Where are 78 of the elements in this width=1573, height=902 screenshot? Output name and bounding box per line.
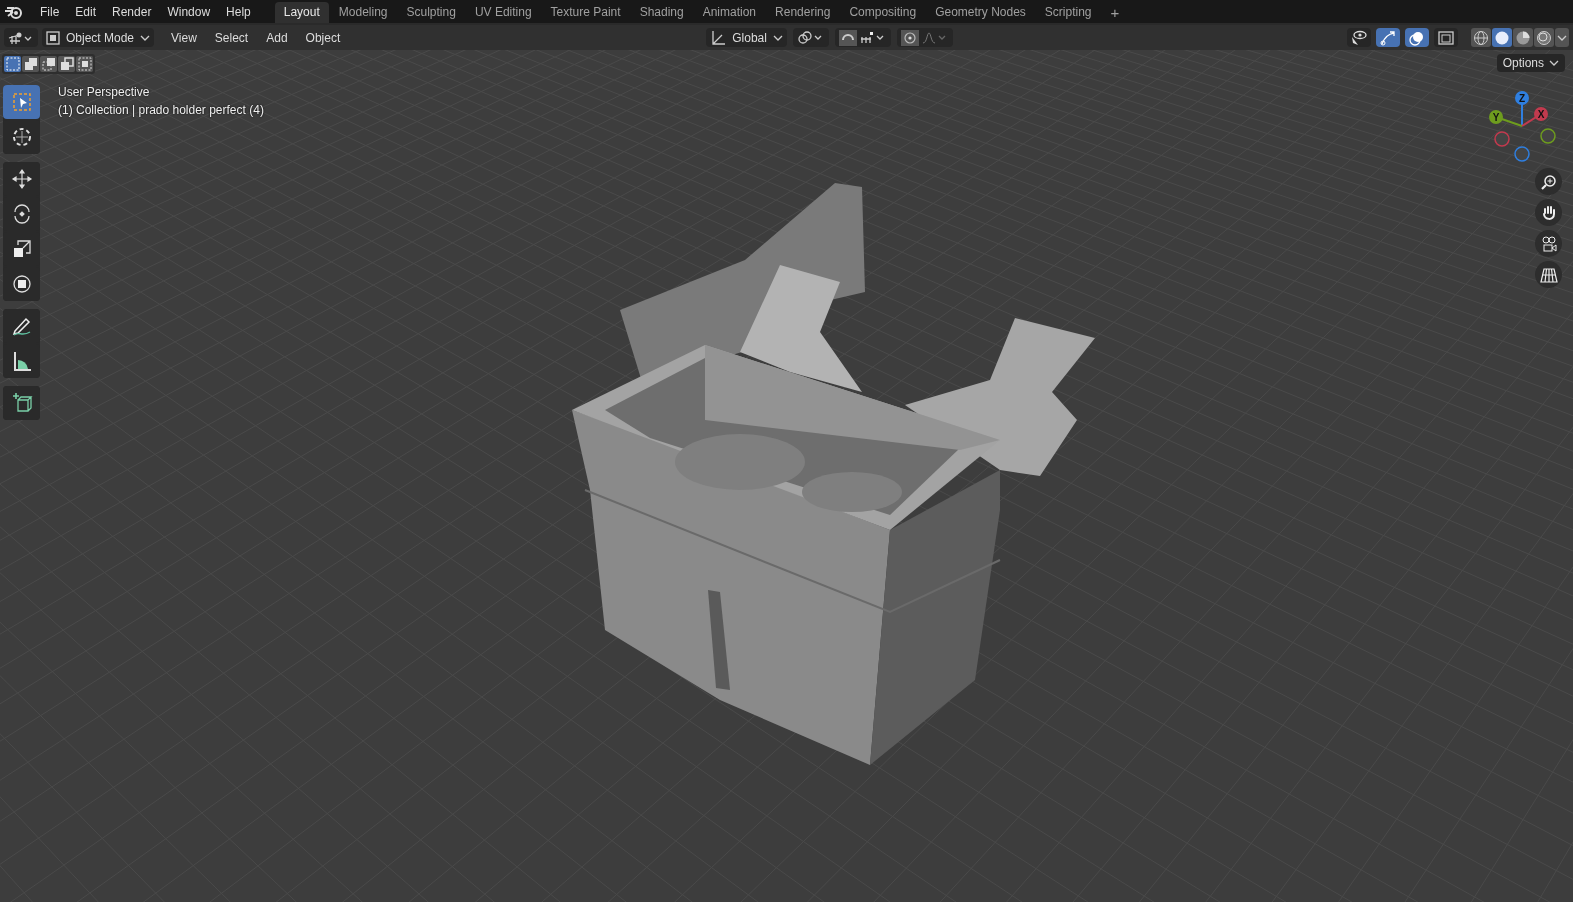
- negative-axis-handle[interactable]: [1540, 128, 1556, 144]
- workspace-tab[interactable]: Sculpting: [397, 2, 465, 23]
- xray-icon: [1437, 29, 1455, 46]
- workspace-tab[interactable]: Rendering: [766, 2, 840, 23]
- axes-icon: [710, 29, 727, 46]
- workspace-tab[interactable]: UV Editing: [465, 2, 541, 23]
- workspace-tab[interactable]: Shading: [630, 2, 693, 23]
- invert-selection-icon: [59, 57, 74, 71]
- new-selection-icon: [5, 57, 20, 71]
- new-selection-mode[interactable]: [4, 56, 21, 72]
- camera-icon: [1539, 234, 1558, 253]
- axis-handle[interactable]: X: [1521, 107, 1548, 127]
- workspace-tab[interactable]: Animation: [693, 2, 766, 23]
- zoom-icon: [1539, 172, 1558, 191]
- workspace-tab[interactable]: Layout: [274, 2, 329, 23]
- extend-selection-icon: [23, 57, 38, 71]
- add-workspace-button[interactable]: +: [1101, 2, 1129, 23]
- workspace-tab[interactable]: Compositing: [840, 2, 926, 23]
- workspace-tab[interactable]: Geometry Nodes: [926, 2, 1035, 23]
- add-cube-tool[interactable]: [3, 386, 40, 420]
- menu-item[interactable]: Help: [218, 4, 259, 19]
- solid-shading-button[interactable]: [1492, 28, 1512, 47]
- header-menu[interactable]: Object: [298, 30, 348, 45]
- pan-view-button[interactable]: [1535, 199, 1562, 226]
- menu-item[interactable]: Edit: [67, 4, 105, 19]
- shading-options-dropdown[interactable]: [1555, 28, 1569, 47]
- viewport-info-text: User Perspective: [58, 85, 151, 99]
- material-sphere-icon: [1515, 29, 1531, 46]
- invert-selection-mode[interactable]: [58, 56, 75, 72]
- proportional-edit-dropdown[interactable]: [896, 28, 953, 47]
- axis-handle[interactable]: Y: [1489, 110, 1523, 127]
- header-menu[interactable]: Select: [207, 30, 256, 45]
- workspace-tab[interactable]: Texture Paint: [541, 2, 630, 23]
- editor-type-dropdown[interactable]: [4, 28, 38, 47]
- visibility-toggle[interactable]: [1347, 28, 1371, 47]
- solid-sphere-icon: [1494, 29, 1510, 46]
- workspace-tab[interactable]: Modeling: [329, 2, 397, 23]
- negative-axis-handle[interactable]: [1514, 146, 1530, 162]
- xray-toggle[interactable]: [1434, 28, 1458, 47]
- intersect-selection-icon: [77, 57, 92, 71]
- overlay-toggle[interactable]: [1405, 28, 1429, 47]
- menu-item[interactable]: Render: [104, 4, 160, 19]
- material-shading-button[interactable]: [1513, 28, 1533, 47]
- workspace-tab[interactable]: Scripting: [1035, 2, 1101, 23]
- rendered-sphere-icon: [1536, 29, 1552, 46]
- visibility-icon: [1350, 29, 1368, 46]
- negative-axis-handle[interactable]: [1494, 131, 1510, 147]
- rendered-shading-button[interactable]: [1534, 28, 1554, 47]
- wireframe-shading-button[interactable]: [1471, 28, 1491, 47]
- extend-selection-mode[interactable]: [22, 56, 39, 72]
- mode-dropdown[interactable]: Object Mode: [42, 28, 155, 47]
- ortho-icon: [1539, 265, 1558, 284]
- overlay-icon: [1408, 29, 1426, 46]
- caret-icon: [140, 33, 151, 42]
- camera-view-button[interactable]: [1535, 230, 1562, 257]
- intersect-selection-mode[interactable]: [76, 56, 93, 72]
- caret-icon: [1557, 33, 1567, 42]
- wireframe-sphere-icon: [1473, 29, 1489, 46]
- zoom-view-button[interactable]: [1535, 168, 1562, 195]
- subtract-selection-icon: [41, 57, 56, 71]
- menu-item[interactable]: Window: [159, 4, 219, 19]
- gizmo-toggle[interactable]: [1376, 28, 1400, 47]
- axis-handle[interactable]: Z: [1515, 91, 1529, 127]
- gizmo-icon: [1379, 29, 1397, 46]
- editor-type-icon: [8, 30, 34, 45]
- caret-icon: [772, 33, 783, 42]
- options-dropdown[interactable]: Options: [1496, 54, 1565, 72]
- orientation-dropdown[interactable]: Global: [706, 28, 787, 47]
- menu-item[interactable]: File: [32, 4, 68, 19]
- snap-dropdown[interactable]: [834, 28, 891, 47]
- viewport-info-text: (1) Collection | prado holder perfect (4): [58, 103, 264, 117]
- object-mode-icon: [46, 30, 60, 45]
- pivot-dropdown[interactable]: [792, 28, 829, 47]
- caret-icon: [1549, 59, 1559, 67]
- header-menu[interactable]: View: [164, 30, 204, 45]
- ortho-view-button[interactable]: [1535, 261, 1562, 288]
- header-menu[interactable]: Add: [259, 30, 295, 45]
- subtract-selection-mode[interactable]: [40, 56, 57, 72]
